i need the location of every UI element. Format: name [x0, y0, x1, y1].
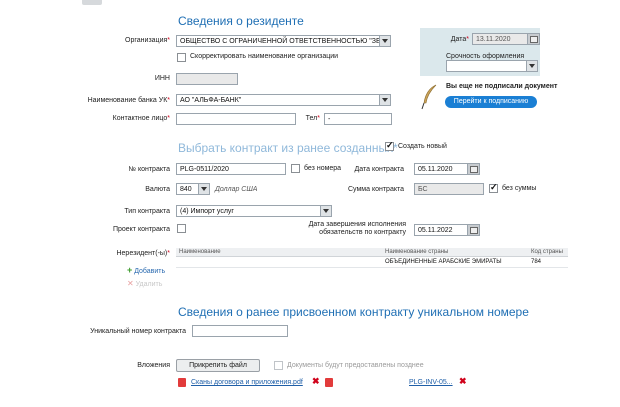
create-new-checkbox[interactable]	[385, 140, 394, 151]
calendar-icon[interactable]	[467, 225, 479, 235]
correct-name-checkbox[interactable]	[177, 53, 186, 62]
column-header: Наименование страны	[382, 248, 528, 257]
contract-date-field[interactable]: 05.11.2020	[414, 163, 480, 175]
contract-date-label: Дата контракта	[354, 166, 405, 173]
contract-section-title: Выбрать контракт из ранее созданных*	[178, 141, 398, 155]
top-tab	[82, 0, 102, 5]
urgency-label: Срочность оформления	[446, 53, 525, 60]
tel-label: Тел*	[305, 115, 320, 122]
project-label: Проект контракта	[112, 226, 170, 233]
no-sum-checkbox[interactable]	[489, 182, 498, 193]
later-label: Документы будут предоставлены позднее	[287, 362, 424, 369]
delete-nonresident-button[interactable]: ✕ Удалить	[127, 279, 162, 288]
org-select[interactable]: ОБЩЕСТВО С ОГРАНИЧЕННОЙ ОТВЕТСТВЕННОСТЬЮ…	[176, 35, 391, 47]
contact-label: Контактное лицо*	[112, 115, 170, 122]
delete-attachment-icon[interactable]: ✖	[312, 376, 320, 387]
delete-attachment-icon[interactable]: ✖	[459, 376, 467, 387]
later-checkbox[interactable]	[274, 361, 283, 370]
attachment-link[interactable]: Сканы договора и приложения.pdf	[191, 379, 303, 386]
contract-number-label: № контракта	[128, 166, 170, 173]
contract-type-select[interactable]: (4) Импорт услуг	[176, 205, 332, 217]
nonresident-table: Наименование Наименование страны Код стр…	[176, 248, 568, 268]
pdf-icon	[325, 378, 333, 387]
inn-field	[176, 73, 238, 85]
nonresident-label: Нерезидент(-ы)*	[116, 250, 170, 257]
resident-section-title: Сведения о резиденте	[178, 14, 304, 28]
chevron-down-icon	[379, 36, 390, 46]
correct-name-label: Скорректировать наименование организации	[190, 53, 339, 60]
attachments-label: Вложения	[137, 362, 170, 369]
calendar-icon[interactable]	[527, 34, 539, 44]
currency-select[interactable]: 840	[176, 183, 210, 195]
unique-number-field[interactable]	[192, 325, 288, 337]
add-nonresident-button[interactable]: + Добавить	[127, 265, 165, 275]
bank-select[interactable]: АО "АЛЬФА-БАНК"	[176, 94, 391, 106]
date-field[interactable]: 13.11.2020	[472, 33, 540, 45]
contract-number-field[interactable]: PLG-0511/2020	[176, 163, 286, 175]
create-new-label: Создать новый	[398, 143, 447, 150]
pdf-icon	[178, 378, 186, 387]
attach-file-button[interactable]: Прикрепить файл	[176, 359, 260, 372]
no-number-checkbox[interactable]	[291, 164, 300, 173]
unique-number-label: Уникальный номер контракта	[90, 328, 186, 335]
nonresident-code-cell: 784	[528, 256, 568, 268]
end-date-field[interactable]: 05.11.2022	[414, 224, 480, 236]
column-header: Код страны	[528, 248, 568, 257]
contract-type-label: Тип контракта	[124, 208, 170, 215]
org-label: Организация*	[125, 37, 170, 44]
chevron-down-icon	[526, 61, 537, 71]
currency-name: Доллар США	[215, 186, 258, 193]
chevron-down-icon	[320, 206, 331, 216]
project-checkbox[interactable]	[177, 224, 186, 233]
table-row[interactable]: ОБЪЕДИНЕННЫЕ АРАБСКИЕ ЭМИРАТЫ 784	[176, 256, 568, 268]
no-sum-label: без суммы	[502, 185, 537, 192]
currency-label: Валюта	[145, 186, 170, 193]
nonresident-country-cell: ОБЪЕДИНЕННЫЕ АРАБСКИЕ ЭМИРАТЫ	[382, 256, 528, 268]
unique-section-title: Сведения о ранее присвоенном контракту у…	[178, 305, 529, 319]
plus-icon: +	[127, 265, 133, 275]
chevron-down-icon	[379, 95, 390, 105]
nonresident-name-cell	[176, 256, 382, 268]
column-header: Наименование	[176, 248, 382, 257]
date-label: Дата*	[450, 36, 469, 43]
contract-sum-label: Сумма контракта	[348, 186, 404, 193]
end-date-label: Дата завершения исполнения обязательств п…	[308, 221, 406, 236]
close-icon: ✕	[127, 279, 134, 288]
quill-pen-icon	[421, 84, 437, 110]
tel-field[interactable]: -	[324, 113, 392, 125]
inn-label: ИНН	[154, 75, 170, 82]
contract-sum-field: БС	[414, 183, 484, 195]
chevron-down-icon	[198, 184, 209, 194]
urgency-select[interactable]	[446, 60, 538, 72]
attachment-link[interactable]: PLG-INV-05...	[409, 379, 453, 386]
calendar-icon[interactable]	[467, 164, 479, 174]
not-signed-text: Вы еще не подписали документ	[446, 83, 558, 90]
contact-field[interactable]	[176, 113, 296, 125]
sign-button[interactable]: Перейти к подписанию	[445, 96, 537, 108]
bank-label: Наименование банка УК*	[87, 97, 170, 104]
